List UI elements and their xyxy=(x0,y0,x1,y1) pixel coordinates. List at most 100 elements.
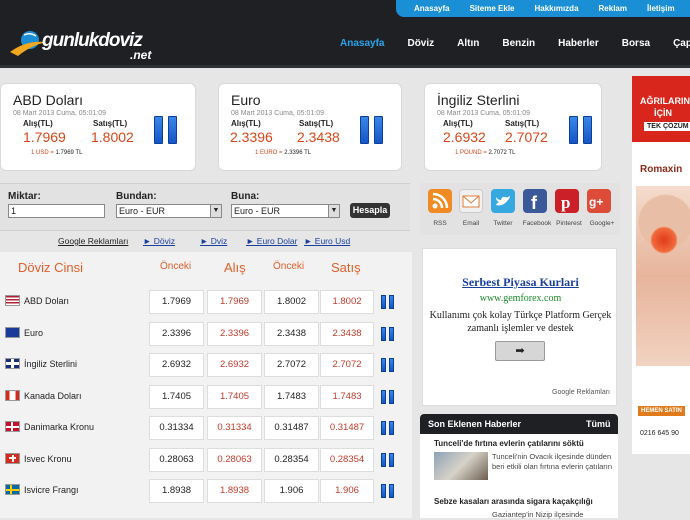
sell-cell: 1.7483 xyxy=(320,384,374,409)
table-row[interactable]: Isvec Kronu 0.28063 0.28063 0.28354 0.28354 xyxy=(0,445,412,476)
topnav-home[interactable]: Anasayfa xyxy=(414,4,450,13)
topnav-about[interactable]: Hakkımızda xyxy=(535,4,579,13)
ad-arrow-button[interactable]: ➡ xyxy=(495,341,545,361)
nav-news[interactable]: Haberler xyxy=(558,38,599,52)
nav-gold[interactable]: Altın xyxy=(457,38,479,52)
currency-table: Döviz Cinsi Önceki Alış Önceki Satış ABD… xyxy=(0,252,412,518)
rate-card-eur: Euro 08 Mart 2013 Cuma, 05:01:09 Alış(TL… xyxy=(218,83,402,171)
prev-buy-cell: 1.8938 xyxy=(149,479,204,503)
card-currency-name: ABD Doları xyxy=(13,92,84,108)
pause-icon[interactable] xyxy=(381,358,395,372)
card-note: 1 USD = 1.7969 TL xyxy=(31,150,83,156)
ad-link-doviz[interactable]: ► Döviz xyxy=(143,236,175,246)
pause-icon[interactable] xyxy=(154,116,178,144)
buy-cell: 1.7405 xyxy=(207,384,262,409)
from-currency-select[interactable]: Euro - EUR ▼ xyxy=(116,204,222,218)
rss-icon[interactable] xyxy=(428,189,452,213)
card-note: 1 EURO = 2.3396 TL xyxy=(255,150,312,156)
sell-cell: 1.906 xyxy=(320,479,374,503)
ad-title[interactable]: Serbest Piyasa Kurlari xyxy=(423,275,618,290)
card-sell-label: Satış(TL) xyxy=(505,119,540,128)
email-icon[interactable] xyxy=(459,189,483,213)
site-logo[interactable]: gunlukdoviz .net xyxy=(8,24,158,64)
ad-links-bar: Google Reklamları ► Döviz ► Dviz ► Euro … xyxy=(0,234,410,248)
twitter-icon[interactable] xyxy=(491,189,515,213)
ad-link-euro-dolar[interactable]: ► Euro Dolar xyxy=(246,236,297,246)
news-headline[interactable]: Tunceli'de fırtına evlerin çatılarını sö… xyxy=(434,439,584,448)
google-plus-label: Google+ xyxy=(589,220,615,227)
card-buy-value: 1.7969 xyxy=(23,129,66,145)
svg-text:f: f xyxy=(531,193,538,213)
table-row[interactable]: Isvicre Frangı 1.8938 1.8938 1.906 1.906 xyxy=(0,476,412,507)
prev-sell-cell: 2.3438 xyxy=(264,321,319,346)
buy-cell: 1.7969 xyxy=(207,290,262,314)
prev-buy-cell: 1.7405 xyxy=(149,384,204,409)
facebook-label: Facebook xyxy=(522,220,552,227)
table-row[interactable]: Kanada Doları 1.7405 1.7405 1.7483 1.7483 xyxy=(0,382,412,413)
amount-label: Miktar: xyxy=(8,191,41,202)
buy-cell: 2.6932 xyxy=(207,353,262,377)
banner-phone: 0216 645 90 xyxy=(640,430,679,437)
table-row[interactable]: İngiliz Sterlini 2.6932 2.6932 2.7072 2.7072 xyxy=(0,350,412,381)
prev-sell-cell: 1.906 xyxy=(264,479,319,503)
to-currency-select[interactable]: Euro - EUR ▼ xyxy=(231,204,340,218)
news-header: Son Eklenen Haberler Tümü xyxy=(420,414,618,434)
topnav-add-site[interactable]: Siteme Ekle xyxy=(470,4,515,13)
latest-news-panel: Son Eklenen Haberler Tümü Tunceli'de fır… xyxy=(420,414,618,519)
currency-converter: Miktar: 1 Bundan: Euro - EUR ▼ Buna: Euro… xyxy=(0,183,410,231)
buy-cell: 0.28063 xyxy=(207,447,262,472)
ad-link-dviz[interactable]: ► Dviz xyxy=(200,236,227,246)
ad-description: Kullanımı çok kolay Türkçe Platform Gerç… xyxy=(429,310,612,334)
logo-suffix: .net xyxy=(130,48,152,62)
nav-currency[interactable]: Döviz xyxy=(407,38,434,52)
nav-fuel[interactable]: Benzin xyxy=(502,38,535,52)
pause-icon[interactable] xyxy=(569,116,593,144)
google-plus-icon[interactable]: g+ xyxy=(587,189,611,213)
pause-icon[interactable] xyxy=(381,484,395,498)
flag-icon xyxy=(5,484,20,495)
news-thumbnail[interactable] xyxy=(434,452,488,480)
card-currency-name: Euro xyxy=(231,92,261,108)
card-currency-name: İngiliz Sterlini xyxy=(437,92,520,108)
table-row[interactable]: Danimarka Kronu 0.31334 0.31334 0.31487 0.31… xyxy=(0,413,412,444)
table-row[interactable]: ABD Doları 1.7969 1.7969 1.8002 1.8002 xyxy=(0,287,412,318)
news-title: Son Eklenen Haberler xyxy=(428,419,522,429)
google-ads-label[interactable]: Google Reklamları xyxy=(552,389,610,396)
news-headline[interactable]: Sebze kasaları arasında sigara kaçakçılı… xyxy=(434,497,593,506)
col-header-prev-buy: Önceki xyxy=(160,261,192,272)
prev-sell-cell: 0.31487 xyxy=(264,416,319,440)
currency-name: ABD Doları xyxy=(24,296,70,306)
news-all-link[interactable]: Tümü xyxy=(586,419,611,429)
flag-icon xyxy=(5,326,20,338)
to-label: Buna: xyxy=(231,191,260,202)
prev-sell-cell: 1.8002 xyxy=(264,290,319,314)
banner-headline: İÇİN xyxy=(654,108,672,118)
banner-buy-button[interactable]: HEMEN SATIN xyxy=(638,406,685,416)
nav-cross-rates[interactable]: Çapraz K xyxy=(673,38,690,52)
card-buy-label: Alış(TL) xyxy=(231,119,261,128)
side-banner-ad[interactable]: AĞRILARINIZ İÇİN TEK ÇÖZÜM Romaxin HEMEN… xyxy=(632,76,690,454)
topnav-contact[interactable]: İletişim xyxy=(647,4,675,13)
pause-icon[interactable] xyxy=(381,421,395,435)
pause-icon[interactable] xyxy=(381,326,395,341)
facebook-icon[interactable]: f xyxy=(523,189,547,213)
pinterest-icon[interactable]: p xyxy=(555,189,579,213)
calculate-button[interactable]: Hesapla xyxy=(350,203,390,218)
table-row[interactable]: Euro 2.3396 2.3396 2.3438 2.3438 xyxy=(0,319,412,350)
amount-input[interactable]: 1 xyxy=(8,204,105,218)
topnav-ads[interactable]: Reklam xyxy=(599,4,627,13)
flag-icon xyxy=(5,358,20,369)
google-ads-link[interactable]: Google Reklamları xyxy=(58,236,128,246)
ad-link-euro-usd[interactable]: ► Euro Usd xyxy=(304,236,350,246)
sell-cell: 0.28354 xyxy=(320,447,374,472)
nav-stock[interactable]: Borsa xyxy=(622,38,650,52)
svg-text:p: p xyxy=(561,193,570,212)
nav-home[interactable]: Anasayfa xyxy=(340,38,384,52)
pause-icon[interactable] xyxy=(381,452,395,467)
pause-icon[interactable] xyxy=(381,295,395,309)
card-buy-value: 2.3396 xyxy=(230,129,273,145)
ad-url[interactable]: www.gemforex.com xyxy=(423,293,618,304)
pause-icon[interactable] xyxy=(381,389,395,404)
pause-icon[interactable] xyxy=(360,116,384,144)
sell-cell: 1.8002 xyxy=(320,290,374,314)
